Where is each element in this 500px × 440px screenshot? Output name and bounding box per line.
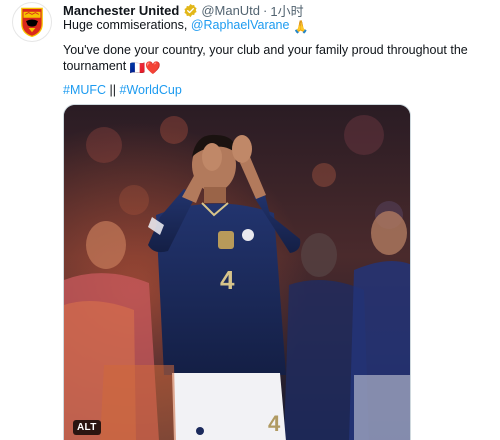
- tweet-text-prefix: Huge commiserations,: [63, 18, 191, 32]
- hashtag-mufc[interactable]: #MUFC: [63, 83, 106, 97]
- separator-dot: ·: [263, 2, 268, 18]
- tweet-text-line2: You've done your country, your club and …: [63, 42, 493, 76]
- tweet-text-line1: Huge commiserations, @RaphaelVarane 🙏: [63, 17, 309, 35]
- tweet-photo[interactable]: 4 4: [63, 104, 411, 440]
- shirt-number: 4: [220, 265, 235, 295]
- tweet-body: You've done your country, your club and …: [63, 43, 468, 73]
- tweet[interactable]: Manchester United @ManUtd · 1小时 Huge com…: [0, 0, 500, 440]
- avatar[interactable]: [12, 2, 52, 42]
- folded-hands-emoji: 🙏: [292, 20, 309, 34]
- author-display-name[interactable]: Manchester United: [63, 3, 179, 18]
- alt-text-badge[interactable]: ALT: [73, 420, 101, 435]
- tweet-hashtags: #MUFC || #WorldCup: [63, 82, 182, 98]
- verified-badge-icon: [183, 3, 198, 18]
- hashtag-worldcup[interactable]: #WorldCup: [120, 83, 182, 97]
- photo-illustration: 4 4: [64, 105, 410, 440]
- hashtag-separator: ||: [106, 83, 120, 97]
- author-handle[interactable]: @ManUtd: [201, 3, 260, 18]
- shorts-number: 4: [268, 411, 281, 436]
- manchester-united-crest-icon: [21, 7, 43, 38]
- mention-link[interactable]: @RaphaelVarane: [191, 18, 290, 32]
- france-flag-heart-emoji: 🇫🇷❤️: [129, 61, 161, 75]
